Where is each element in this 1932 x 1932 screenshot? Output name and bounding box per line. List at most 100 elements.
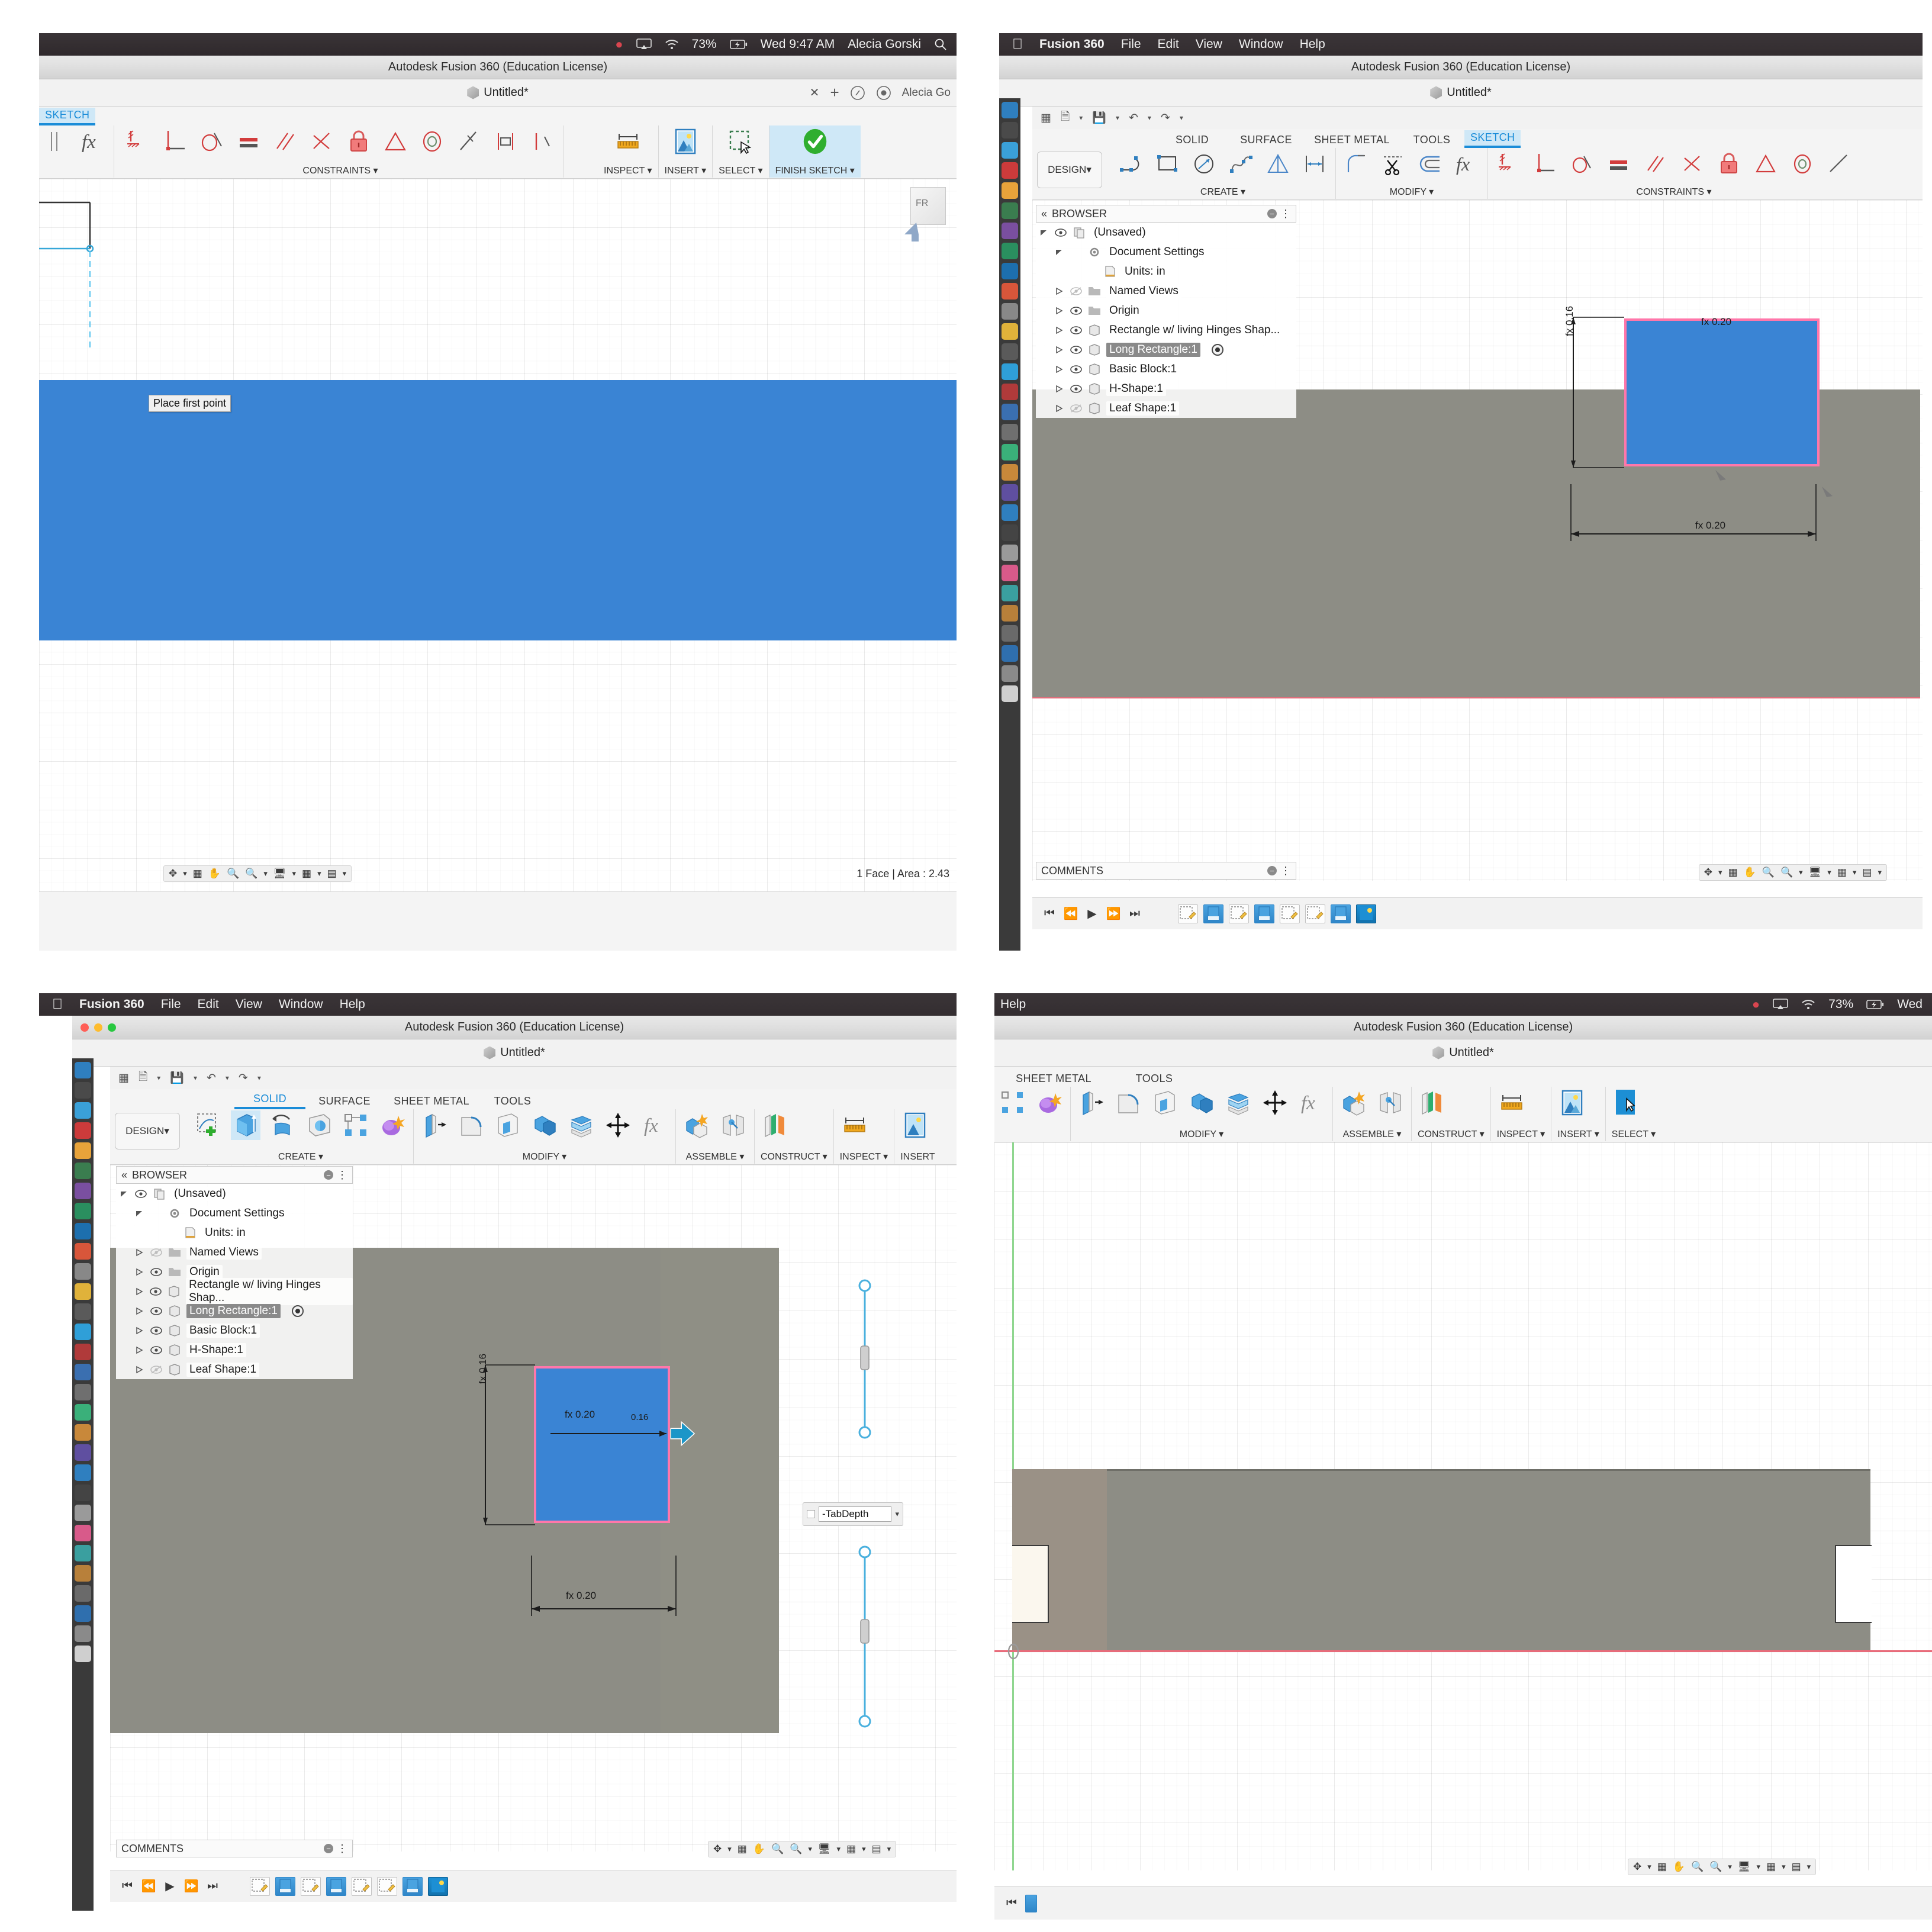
look-at-icon[interactable]: ▦ [193,868,202,880]
dock-app-17-icon-bl[interactable] [75,1384,91,1400]
browser-tree-bl[interactable]: (Unsaved) Document Settings Units: in Named… [116,1184,353,1379]
joint-icon-br[interactable] [1376,1088,1405,1118]
extrude-handle-bottom-bl[interactable] [853,1544,877,1804]
revolve-icon[interactable] [268,1110,297,1140]
timeline-step-forward-icon[interactable]: ⏩ [1106,906,1121,921]
tab-sheetmetal-br[interactable]: SHEET METAL [994,1073,1113,1087]
constraint-fix-icon-tr[interactable] [1494,149,1524,179]
nav-bar-tl[interactable]: ✥ ▾ ▦ ✋ 🔍 🔍 ▾ 🖥 ▾ ▦ ▾ ▤ ▾ [163,865,352,882]
disclosure-triangle-icon[interactable] [1055,287,1064,295]
disclosure-triangle-icon[interactable] [1055,307,1064,315]
insert-image-icon[interactable] [671,127,700,156]
create-form-icon-br[interactable] [1035,1088,1064,1118]
zoom-icon-bl[interactable]: 🔍 [771,1843,784,1855]
move-copy-icon-br[interactable] [1260,1088,1290,1118]
create-sketch-icon[interactable] [194,1110,224,1140]
dock-app-12-icon-bl[interactable] [75,1283,91,1300]
minimize-window-button[interactable] [94,1023,102,1032]
tab-solid-tr[interactable]: SOLID [1157,134,1228,148]
panel-label-insert[interactable]: INSERT ▾ [665,165,707,178]
browser-header-tr[interactable]: « BROWSER − ⋮ [1036,205,1296,223]
dim-vertical-bl[interactable] [477,1360,542,1532]
browser-item-named-views[interactable]: Named Views [1036,281,1296,301]
dock-app-4-icon-bl[interactable] [75,1122,91,1139]
dock-app-11-icon[interactable] [1002,303,1018,320]
document-tab-label-bl[interactable]: Untitled* [500,1046,545,1060]
grid-settings-icon[interactable]: ▦ [302,868,311,880]
joint-icon[interactable] [719,1110,748,1140]
dock-app-20-icon[interactable] [1002,484,1018,501]
timeline-jump-start-icon[interactable]: ⏮ [1042,907,1057,920]
combine-icon[interactable] [530,1110,559,1140]
look-at-icon-br[interactable]: ▦ [1657,1861,1667,1873]
browser-resize-icon-bl[interactable]: ⋮ [337,1169,347,1181]
timeline-feature-partial-br[interactable] [1025,1894,1037,1912]
timeline-feature-5[interactable] [352,1876,372,1896]
battery-icon-br[interactable] [1866,999,1884,1010]
panel-label-modify-bl[interactable]: MODIFY ▾ [420,1151,669,1164]
browser-item-basic-block-1[interactable]: Basic Block:1 [1036,359,1296,379]
visibility-eye-icon[interactable] [1070,326,1083,335]
shell-icon[interactable] [493,1110,523,1140]
browser-item-document-settings[interactable]: Document Settings [116,1203,353,1223]
panel-label-constraints[interactable]: CONSTRAINTS ▾ [124,165,557,178]
timeline-jump-end-icon-bl[interactable]: ⏭ [205,1879,220,1893]
browser-item-named-views[interactable]: Named Views [116,1242,353,1262]
tab-sketch-tl[interactable]: SKETCH [39,108,96,125]
tab-surface-bl[interactable]: SURFACE [305,1095,384,1109]
canvas-br[interactable] [994,1142,1932,1870]
disclosure-triangle-icon[interactable] [1039,228,1049,237]
constraint-collinear-icon[interactable] [527,127,557,156]
view-cube-tl[interactable]: FR [910,187,946,225]
grid-dropdown-icon[interactable]: ▾ [317,869,321,878]
fx-parameters-icon-tr[interactable]: fx [1452,149,1482,179]
disclosure-triangle-icon[interactable] [135,1268,144,1276]
comments-header-tr[interactable]: COMMENTS − ⋮ [1036,862,1296,880]
zoom-icon-br[interactable]: 🔍 [1691,1861,1704,1873]
dock-app-21-icon-bl[interactable] [75,1464,91,1481]
browser-minimize-icon[interactable]: − [1267,209,1277,218]
timeline-feature-7[interactable] [1331,904,1351,923]
dock-app-13-icon-bl[interactable] [75,1303,91,1320]
dock-app-4-icon[interactable] [1002,162,1018,179]
grid-apps-icon[interactable]: ▦ [1041,111,1051,125]
comments-minimize-icon-bl[interactable]: − [324,1844,333,1853]
constraint-fix-lock-icon-tr[interactable] [1714,149,1744,179]
dock-app-8-icon[interactable] [1002,243,1018,259]
timeline-step-back-icon[interactable]: ⏪ [1063,906,1078,921]
disclosure-triangle-icon[interactable] [135,1209,144,1218]
nav-bar-bl[interactable]: ✥ ▾ ▦ ✋ 🔍 🔍 ▾ 🖥 ▾ ▦ ▾ ▤ ▾ [708,1841,897,1857]
quick-access-bar-bl[interactable]: ▦ 🗎 ▾ 💾 ▾ ↶ ▾ ↷ ▾ [110,1067,957,1089]
timeline-jump-start-icon-bl[interactable]: ⏮ [120,1879,135,1893]
look-at-icon-bl[interactable]: ▦ [738,1843,747,1855]
visibility-eye-icon[interactable] [1070,345,1083,355]
display-settings-icon-br[interactable]: 🖥 [1738,1861,1751,1873]
zoom-icon[interactable]: 🔍 [227,868,239,880]
dim-label-height-tr[interactable]: fx 0.16 [1564,306,1576,336]
timeline-feature-3[interactable] [1229,904,1249,923]
menu-window[interactable]: Window [1239,37,1283,51]
dock-app-7-icon-bl[interactable] [75,1183,91,1199]
panel-label-inspect-br[interactable]: INSPECT ▾ [1497,1128,1545,1141]
dim-label-width-bl[interactable]: fx 0.20 [565,1409,595,1421]
menubar-username[interactable]: Alecia Gorski [848,37,921,51]
browser-item-document-settings[interactable]: Document Settings [1036,242,1296,262]
component-activate-radio[interactable] [291,1305,304,1317]
dock-app-15-icon-bl[interactable] [75,1344,91,1360]
panel-label-modify-br[interactable]: MODIFY ▾ [1077,1128,1326,1141]
timeline-feature-6[interactable] [1305,904,1325,923]
browser-item-basic-block-1[interactable]: Basic Block:1 [116,1321,353,1340]
sketch-dimension-partial-icon[interactable] [41,127,71,156]
component-activate-radio[interactable] [1211,343,1223,356]
dock-app-16-icon-bl[interactable] [75,1364,91,1380]
browser-panel-tr[interactable]: « BROWSER − ⋮ (Unsaved) Document Settings… [1036,205,1296,418]
panel-label-create-bl[interactable]: CREATE ▾ [194,1151,407,1164]
dock-app-23-icon[interactable] [1002,545,1018,561]
dock-app-25-icon-bl[interactable] [75,1545,91,1561]
view-cube-arrow-icon[interactable] [896,220,923,247]
fit-dropdown-icon[interactable]: ▾ [263,869,268,878]
visibility-eye-icon[interactable] [1070,306,1083,315]
dock-app-28-icon[interactable] [1002,645,1018,662]
constraint-parallel-icon[interactable] [271,127,300,156]
fit-icon-br[interactable]: 🔍 [1709,1861,1722,1873]
